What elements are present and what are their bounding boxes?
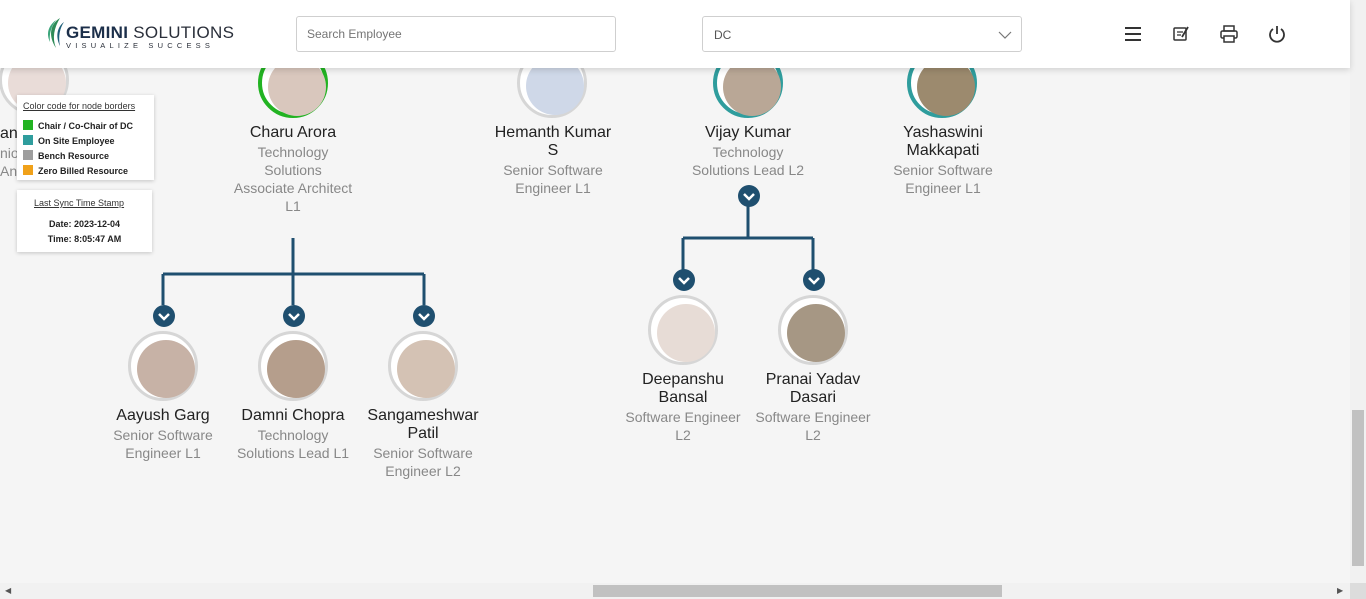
vertical-scrollbar[interactable] xyxy=(1350,0,1366,583)
employee-role: L2 xyxy=(805,427,821,443)
sync-date: Date: 2023-12-04 xyxy=(48,219,121,229)
employee-avatar[interactable] xyxy=(648,295,718,365)
employee-name[interactable]: Dasari xyxy=(733,389,893,407)
horizontal-scrollbar[interactable]: ◀ ▶ xyxy=(0,583,1350,599)
employee-role: Senior Software xyxy=(503,162,603,178)
employee-name[interactable]: Sangameshwar xyxy=(343,407,503,425)
sync-time: Time: 8:05:47 AM xyxy=(47,234,122,244)
employee-role: Senior Software xyxy=(373,445,473,461)
employee-role: Technology xyxy=(257,144,329,160)
org-chart-connectors xyxy=(161,206,815,305)
expand-chevron-icon[interactable] xyxy=(413,305,435,327)
vertical-scroll-thumb[interactable] xyxy=(1352,410,1364,566)
employee-role: Senior Software xyxy=(893,162,993,178)
expand-chevron-icon[interactable] xyxy=(803,269,825,291)
employee-avatar[interactable] xyxy=(778,295,848,365)
legend-item: Bench Resource xyxy=(23,150,109,161)
menu-icon[interactable] xyxy=(1123,24,1143,44)
print-icon[interactable] xyxy=(1219,24,1239,44)
expand-chevron-icon[interactable] xyxy=(673,269,695,291)
company-logo[interactable]: GEMINI SOLUTIONS VISUALIZE SUCCESS xyxy=(46,18,234,50)
gemini-logo-icon xyxy=(48,18,64,48)
legend-swatch xyxy=(23,165,33,175)
top-header: GEMINI SOLUTIONS VISUALIZE SUCCESS DC xyxy=(0,0,1350,68)
employee-avatar[interactable] xyxy=(388,331,458,401)
employee-role: Solutions Lead L2 xyxy=(691,162,805,178)
expand-chevron-icon[interactable] xyxy=(153,305,175,327)
power-icon[interactable] xyxy=(1267,24,1287,44)
expand-chevron-icon[interactable] xyxy=(738,185,760,207)
employee-role: An xyxy=(0,163,18,179)
sync-title: Last Sync Time Stamp xyxy=(34,198,125,208)
sync-timestamp-panel: Last Sync Time Stamp Date: 2023-12-04 Ti… xyxy=(17,190,152,252)
employee-role: Associate Architect xyxy=(233,180,353,196)
employee-name[interactable]: Patil xyxy=(343,425,503,443)
employee-avatar[interactable] xyxy=(258,331,328,401)
border-color-legend: Color code for node borders Chair / Co-C… xyxy=(17,95,154,180)
employee-role: Software Engineer xyxy=(755,409,871,425)
employee-role: Engineer L1 xyxy=(905,180,981,196)
employee-name[interactable]: Charu Arora xyxy=(213,124,373,142)
logo-wordmark: GEMINI SOLUTIONS xyxy=(66,23,235,42)
legend-title: Color code for node borders xyxy=(23,101,136,111)
scroll-right-arrow-icon[interactable]: ▶ xyxy=(1337,586,1343,595)
legend-item: Chair / Co-Chair of DC xyxy=(23,120,133,131)
legend-item: Zero Billed Resource xyxy=(23,165,128,176)
employee-name[interactable]: Makkapati xyxy=(863,142,1023,160)
legend-swatch xyxy=(23,120,33,130)
edit-note-icon[interactable] xyxy=(1171,24,1191,44)
employee-role: Technology xyxy=(712,144,784,160)
logo-tagline: VISUALIZE SUCCESS xyxy=(66,41,215,50)
chevron-down-icon xyxy=(998,31,1012,39)
employee-name[interactable]: Hemanth Kumar xyxy=(473,124,633,142)
employee-name[interactable]: Yashaswini xyxy=(863,124,1023,142)
department-select[interactable]: DC xyxy=(702,16,1022,52)
expand-chevron-icon[interactable] xyxy=(283,305,305,327)
scroll-left-arrow-icon[interactable]: ◀ xyxy=(5,586,11,595)
employee-role: nio xyxy=(0,145,19,161)
employee-role: Engineer L1 xyxy=(515,180,591,196)
employee-role: Engineer L2 xyxy=(385,463,461,479)
employee-avatar[interactable] xyxy=(128,331,198,401)
scrollbar-corner xyxy=(1350,583,1366,599)
legend-swatch xyxy=(23,150,33,160)
legend-item: On Site Employee xyxy=(23,135,115,146)
legend-swatch xyxy=(23,135,33,145)
employee-name[interactable]: Vijay Kumar xyxy=(668,124,828,142)
department-select-value: DC xyxy=(714,28,732,42)
search-employee-input[interactable] xyxy=(296,16,616,52)
employee-name[interactable]: S xyxy=(473,142,633,160)
employee-name[interactable]: Pranai Yadav xyxy=(733,371,893,389)
employee-role: Solutions xyxy=(264,162,322,178)
horizontal-scroll-thumb[interactable] xyxy=(593,585,1002,597)
employee-role: L1 xyxy=(285,198,301,214)
